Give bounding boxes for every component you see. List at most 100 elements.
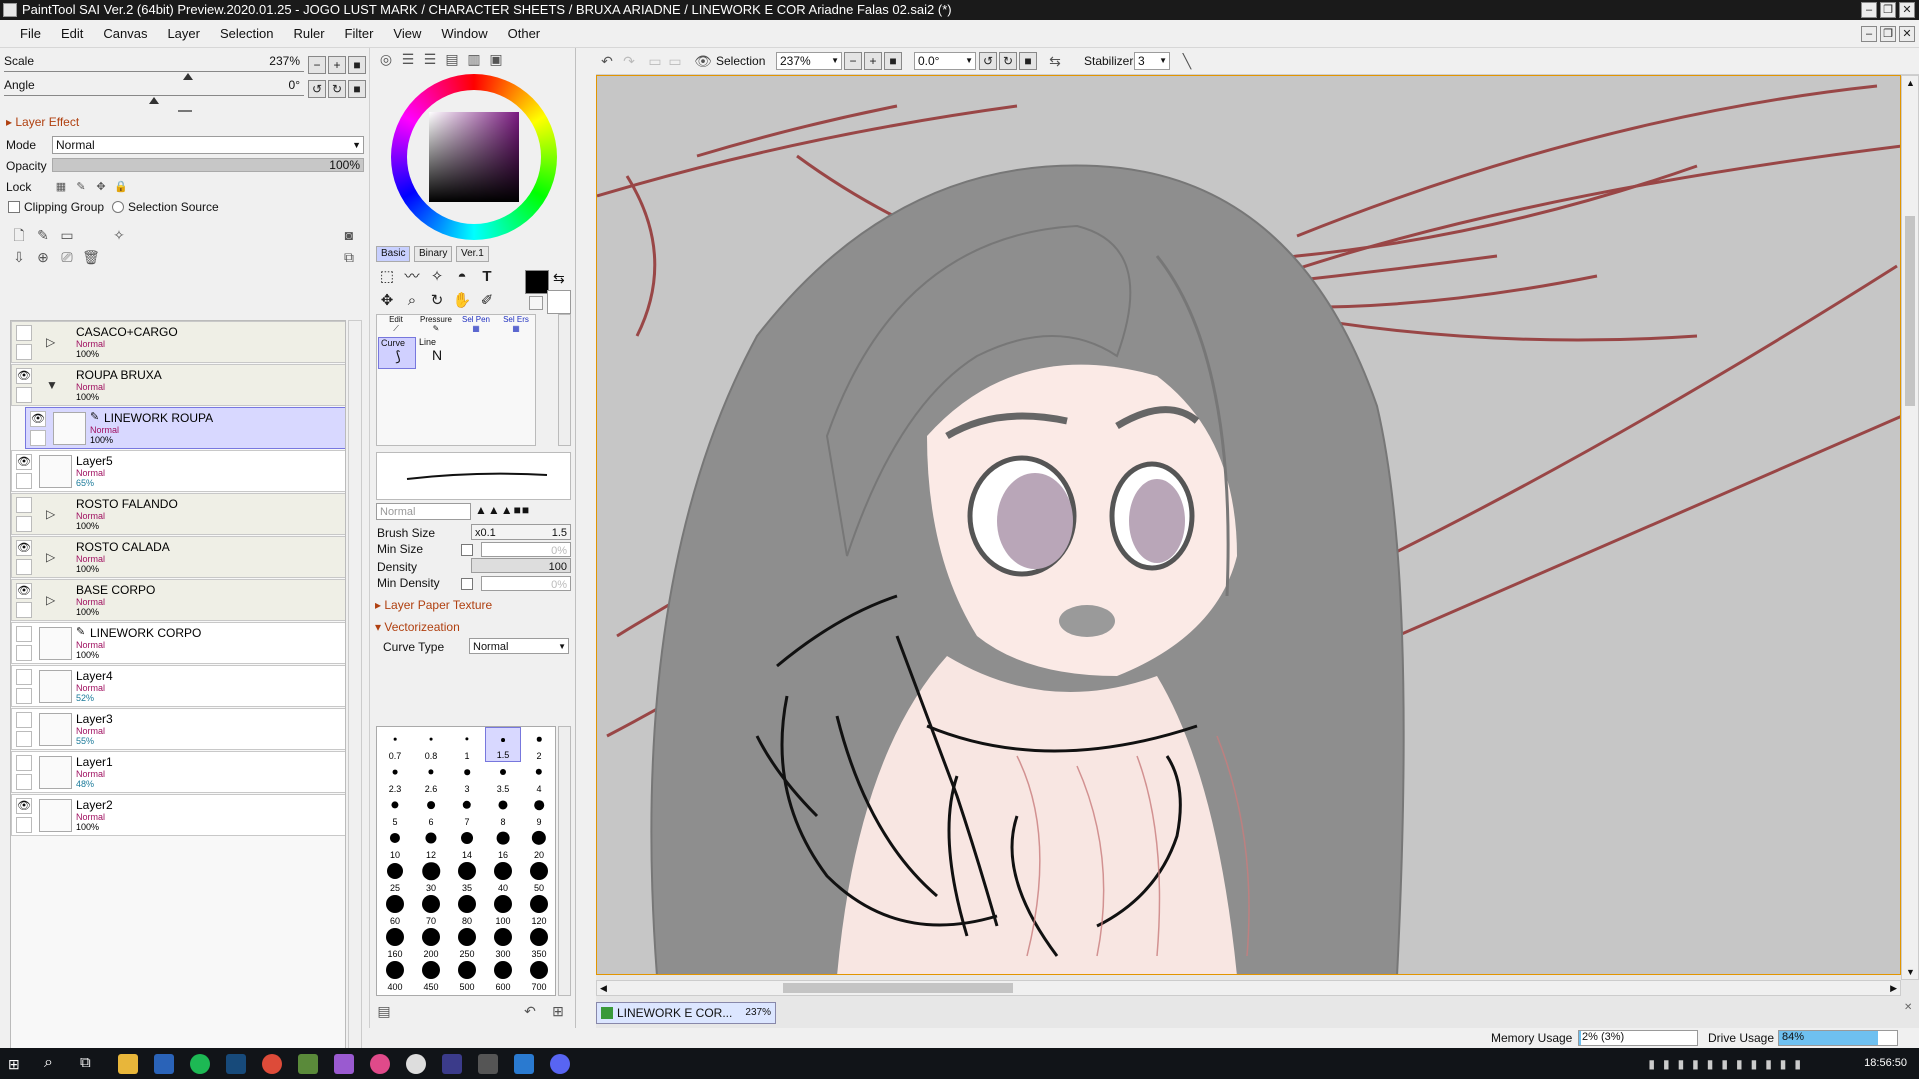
tool-edit[interactable]: Edit ⟋ [377,315,415,337]
zoom-in-button[interactable]: + [328,56,346,74]
drawing-canvas[interactable] [596,75,1901,975]
brush-size-option[interactable]: 0.8 [413,727,449,762]
brush-size-option[interactable]: 10 [377,826,413,861]
clipping-group-checkbox[interactable] [8,201,20,213]
visibility-toggle[interactable]: 👁 [16,368,32,384]
transparent-color-swatch[interactable] [529,296,543,310]
brush-size-option[interactable]: 700 [521,958,555,993]
lock-toggle[interactable] [16,817,32,833]
brush-size-option[interactable]: 30 [413,859,449,894]
brush-size-option[interactable]: 9 [521,793,555,828]
painttool-sai-icon[interactable] [298,1054,318,1074]
tool-line[interactable]: Line N [417,337,455,369]
tool-curve[interactable]: Curve ⟆ [378,337,416,369]
lock-toggle[interactable] [16,473,32,489]
lock-toggle[interactable] [16,559,32,575]
scratchpad-icon[interactable]: ▥ [465,50,483,68]
layer-effect-section[interactable]: ▸ Layer Effect [6,115,79,129]
brush-size-option[interactable]: 6 [413,793,449,828]
lock-toggle[interactable] [16,688,32,704]
app-clock-icon[interactable] [406,1054,426,1074]
mode-select[interactable]: Normal ▼ [52,136,364,154]
brush-size-option[interactable]: 14 [449,826,485,861]
menu-file[interactable]: File [10,26,51,41]
brush-size-option[interactable]: 20 [521,826,555,861]
doc-close-button[interactable]: ✕ [1899,26,1915,42]
store-icon[interactable] [154,1054,174,1074]
visibility-toggle[interactable]: 👁 [16,583,32,599]
rotate-right-button[interactable]: ↻ [328,80,346,98]
lock-all-icon[interactable]: 🔒 [112,178,130,196]
menu-other[interactable]: Other [498,26,551,41]
visibility-toggle[interactable] [16,755,32,771]
paper-texture-section[interactable]: ▸ Layer Paper Texture [375,598,492,612]
swap-colors-icon[interactable]: ⇆ [553,270,565,287]
expand-folder-icon[interactable]: ▷ [46,593,55,607]
merge-icon[interactable]: ⊕ [34,248,52,266]
brush-size-option[interactable]: 12 [413,826,449,861]
visibility-toggle[interactable] [16,497,32,513]
brush-size-option[interactable]: 400 [377,958,413,993]
rotate-left-button[interactable]: ↺ [308,80,326,98]
flip-horizontal-icon[interactable]: ⇆ [1046,52,1064,70]
layer-folder[interactable]: 👁 ▷ BASE CORPO Normal 100% [11,579,345,621]
undo-icon[interactable]: ↶ [598,52,616,70]
brush-size-option[interactable]: 350 [521,925,555,960]
lock-toggle[interactable] [30,430,46,446]
shape-icon[interactable]: ◓ [451,266,473,288]
saturation-value-square[interactable] [429,112,519,202]
brush-size-option[interactable]: 50 [521,859,555,894]
horizontal-scroll-thumb[interactable] [783,983,1013,993]
brush-size-option[interactable]: 0.7 [377,727,413,762]
user-color-icon[interactable]: ▣ [487,50,505,68]
effect-icon[interactable]: ✧ [110,226,128,244]
canvas-rotate-right-button[interactable]: ↻ [999,52,1017,70]
text-icon[interactable]: T [476,266,498,288]
stabilizer-select[interactable]: 3 ▼ [1134,52,1170,70]
brush-size-option[interactable]: 300 [485,925,521,960]
brush-size-option[interactable]: 500 [449,958,485,993]
doc-restore-button[interactable]: ❐ [1880,26,1896,42]
primary-color-swatch[interactable] [525,270,549,294]
app-purple-icon[interactable] [334,1054,354,1074]
visibility-toggle[interactable] [16,669,32,685]
visibility-toggle[interactable]: 👁 [16,798,32,814]
brush-size-option[interactable]: 70 [413,892,449,927]
tool-sel-pen[interactable]: Sel Pen ▦ [457,315,495,337]
menu-ruler[interactable]: Ruler [283,26,334,41]
lasso-icon[interactable]: 〰 [401,266,423,288]
min-density-field[interactable]: 0% [481,576,571,591]
canvas-zoom-reset-button[interactable]: ■ [884,52,902,70]
task-view-icon[interactable]: ⧉ [80,1054,91,1071]
doc-minimize-button[interactable]: – [1861,26,1877,42]
canvas-rotate-reset-button[interactable]: ■ [1019,52,1037,70]
brush-size-option[interactable]: 25 [377,859,413,894]
secondary-color-swatch[interactable] [547,290,571,314]
layer-row[interactable]: Layer1 Normal 48% [11,751,345,793]
new-linework-layer-icon[interactable]: ✎ [34,226,52,244]
brush-size-option[interactable]: 1 [449,727,485,762]
brush-size-option[interactable]: 80 [449,892,485,927]
brush-size-option[interactable]: 160 [377,925,413,960]
layer-list-scrollbar[interactable] [348,320,362,1060]
hsv-slider-icon[interactable]: ☰ [421,50,439,68]
brush-size-option[interactable]: 2.3 [377,760,413,795]
scale-slider[interactable]: Scale 237% [4,54,304,80]
lock-toggle[interactable] [16,344,32,360]
restore-button[interactable]: ❐ [1880,2,1896,18]
scroll-right-icon[interactable]: ▶ [1890,983,1897,994]
brush-size-option[interactable]: 120 [521,892,555,927]
tool-pressure[interactable]: Pressure ✎ [417,315,455,337]
brush-size-option[interactable]: 450 [413,958,449,993]
eyedropper-icon[interactable]: ✐ [476,290,498,312]
app-gray-icon[interactable] [478,1054,498,1074]
brush-size-option[interactable]: 4 [521,760,555,795]
lock-toggle[interactable] [16,774,32,790]
brush-size-option[interactable]: 1.5 [485,727,521,762]
angle-slider[interactable]: Angle 0° [4,78,304,104]
tool-sel-ers[interactable]: Sel Ers ▦ [497,315,535,337]
selection-source-radio[interactable] [112,201,124,213]
lock-toggle[interactable] [16,387,32,403]
invert-selection-icon[interactable]: ▭ [666,52,684,70]
vectorization-section[interactable]: ▾ Vectorizeation [375,620,460,634]
